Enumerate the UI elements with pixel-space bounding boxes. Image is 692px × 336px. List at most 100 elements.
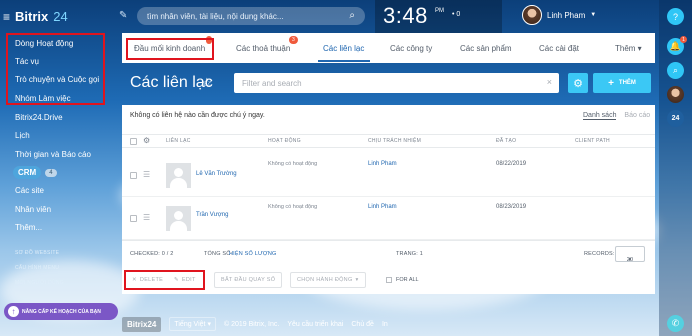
view-tab-report[interactable]: Báo cáo (624, 112, 650, 119)
edit-pencil-icon[interactable]: ✎ (119, 10, 127, 21)
row-menu-icon[interactable]: ☰ (143, 171, 151, 179)
column-created[interactable]: ĐÃ TẠO (496, 138, 516, 144)
column-responsible[interactable]: CHỊU TRÁCH NHIỆM (368, 138, 421, 144)
row-checkbox[interactable] (130, 215, 137, 222)
view-tab-list[interactable]: Danh sách (583, 112, 617, 120)
choose-action-select[interactable]: CHỌN HÀNH ĐỘNG ▾ (290, 272, 366, 288)
bitrix24-counter[interactable]: 24 (667, 110, 684, 127)
menu-item-time-reports[interactable]: Thời gian và Báo cáo (15, 150, 91, 159)
contact-photo (166, 206, 191, 231)
menu-item-calendar[interactable]: Lịch (15, 131, 30, 140)
user-menu[interactable]: Linh Pham ▼ (522, 5, 596, 25)
implementation-request-link[interactable]: Yêu cầu triển khai (287, 321, 343, 328)
contact-created: 08/23/2019 (496, 204, 527, 210)
search-input[interactable] (147, 11, 347, 21)
for-all-checkbox[interactable] (386, 277, 392, 283)
language-select[interactable]: Tiếng Việt ▾ (169, 317, 216, 331)
filter-box[interactable]: × (234, 73, 559, 93)
menu-item-employees[interactable]: Nhân viên (15, 205, 51, 214)
for-all-label: FOR ALL (396, 277, 419, 283)
clock-time: 3:48 (383, 3, 428, 28)
copyright-text: © 2019 Bitrix, Inc. (223, 320, 280, 328)
grid-settings-icon[interactable]: ⚙ (143, 136, 150, 145)
column-contact[interactable]: LIÊN LẠC (166, 138, 191, 144)
clock-task-count: • 0 (452, 11, 461, 18)
clock-suffix: PM (435, 8, 444, 14)
contact-name[interactable]: Trần Vượng (196, 212, 228, 218)
theme-link[interactable]: Chủ đề (351, 321, 374, 328)
logo-number: 24 (53, 9, 68, 24)
active-tab-underline (318, 60, 370, 62)
help-icon[interactable]: ? (667, 8, 684, 25)
chevron-down-icon: ▾ (355, 277, 359, 283)
clear-icon[interactable]: × (547, 77, 552, 87)
avatar[interactable] (522, 5, 542, 25)
add-button[interactable]: + THÊM (593, 73, 651, 93)
settings-gear-button[interactable]: ⚙ (568, 73, 588, 93)
menu-link-invite[interactable]: MỜI NGƯỜI DÙNG (15, 280, 64, 286)
select-all-checkbox[interactable] (130, 138, 137, 145)
tab-products[interactable]: Các sản phẩm (460, 44, 512, 53)
tab-settings[interactable]: Các cài đặt (539, 44, 579, 53)
search-icon[interactable]: ⌕ (667, 62, 684, 79)
star-icon[interactable]: ☆ (201, 75, 213, 91)
page-header: Các liên lạc ☆ × ⚙ +THÊM (122, 63, 655, 105)
menu-link-configure[interactable]: CẤU HÌNH MENU (15, 265, 59, 271)
for-all-toggle[interactable]: FOR ALL (386, 277, 419, 283)
user-name[interactable]: Linh Pham (547, 11, 585, 20)
contact-responsible[interactable]: Linh Pham (368, 204, 397, 210)
start-dialing-button[interactable]: BẮT ĐẦU QUAY SỐ (214, 272, 283, 288)
column-client-path[interactable]: CLIENT PATH (575, 138, 610, 144)
highlight-box (126, 38, 214, 60)
menu-burger-icon[interactable]: ≡ (3, 10, 10, 24)
tab-more[interactable]: Thêm ▾ (615, 44, 642, 53)
records-label: RECORDS: (584, 251, 615, 257)
tab-companies[interactable]: Các công ty (390, 44, 432, 53)
row-checkbox[interactable] (130, 172, 137, 179)
top-bar: ≡ Bitrix 24 ✎ ⌕ 3:48 PM • 0 Linh Pham ▼ (0, 0, 692, 33)
plus-icon: + (608, 77, 614, 89)
chevron-down-icon[interactable]: ▼ (590, 12, 596, 18)
highlight-box (124, 270, 205, 290)
row-menu-icon[interactable]: ☰ (143, 214, 151, 222)
phone-icon[interactable]: ✆ (667, 315, 684, 332)
records-select[interactable]: 20 ▾ (615, 246, 645, 263)
menu-item-sites[interactable]: Các site (15, 186, 44, 195)
menu-item-crm[interactable]: CRM 4 (13, 166, 57, 179)
page-footer: Bitrix24 Tiếng Việt ▾ © 2019 Bitrix, Inc… (122, 314, 442, 334)
grid-header: ⚙ LIÊN LẠC HOẠT ĐỘNG CHỊU TRÁCH NHIỆM ĐÃ… (122, 134, 655, 148)
menu-link-sitemap[interactable]: SƠ ĐỒ WEBSITE (15, 250, 59, 256)
page-indicator: TRANG: 1 (396, 251, 423, 257)
print-link[interactable]: In (382, 321, 388, 328)
grid-footer: CHECKED: 0 / 2 TỔNG SỐ: HIỆN SỐ LƯỢNG TR… (122, 240, 655, 266)
show-count-link[interactable]: HIỆN SỐ LƯỢNG (229, 251, 276, 257)
upgrade-label: NÂNG CẤP KẾ HOẠCH CỦA BẠN (22, 308, 101, 315)
left-menu: Dòng Hoạt động Tác vụ Trò chuyện và Cuộc… (0, 33, 118, 336)
search-box[interactable]: ⌕ (137, 7, 365, 25)
contacts-grid: Không có liên hệ nào cần được chú ý ngay… (122, 105, 655, 266)
table-row[interactable]: ☰ Lê Văn Trường Không có hoạt động Linh … (122, 154, 655, 197)
contact-responsible[interactable]: Linh Pham (368, 161, 397, 167)
table-row[interactable]: ☰ Trần Vượng Không có hoạt động Linh Pha… (122, 197, 655, 240)
action-bar: ✕ DELETE ✎ EDIT BẮT ĐẦU QUAY SỐ CHỌN HÀNH … (122, 266, 655, 294)
checked-count: CHECKED: 0 / 2 (130, 251, 174, 257)
rocket-icon: ↑ (8, 306, 19, 317)
column-activity[interactable]: HOẠT ĐỘNG (268, 138, 301, 144)
bitrix-footer-button[interactable]: Bitrix24 (122, 316, 162, 332)
crm-counter-badge: 4 (45, 168, 57, 177)
search-icon[interactable]: ⌕ (349, 10, 355, 21)
crm-tabs: Đầu mối kinh doanh Các thoả thuận 3 Các … (122, 33, 655, 63)
tab-deals[interactable]: Các thoả thuận (236, 44, 290, 53)
menu-item-drive[interactable]: Bitrix24.Drive (15, 113, 63, 122)
upgrade-plan-button[interactable]: ↑ NÂNG CẤP KẾ HOẠCH CỦA BẠN (4, 303, 118, 320)
contact-photo (166, 163, 191, 188)
contact-name[interactable]: Lê Văn Trường (196, 171, 237, 177)
notifications-badge: 1 (680, 36, 687, 43)
clock-panel[interactable]: 3:48 PM • 0 (375, 0, 502, 33)
avatar[interactable] (667, 86, 684, 103)
filter-input[interactable] (242, 78, 532, 88)
logo[interactable]: ≡ Bitrix 24 (3, 9, 68, 24)
tab-contacts[interactable]: Các liên lạc (323, 44, 364, 53)
menu-item-more[interactable]: Thêm... (15, 223, 42, 232)
crm-label[interactable]: CRM (13, 166, 42, 179)
